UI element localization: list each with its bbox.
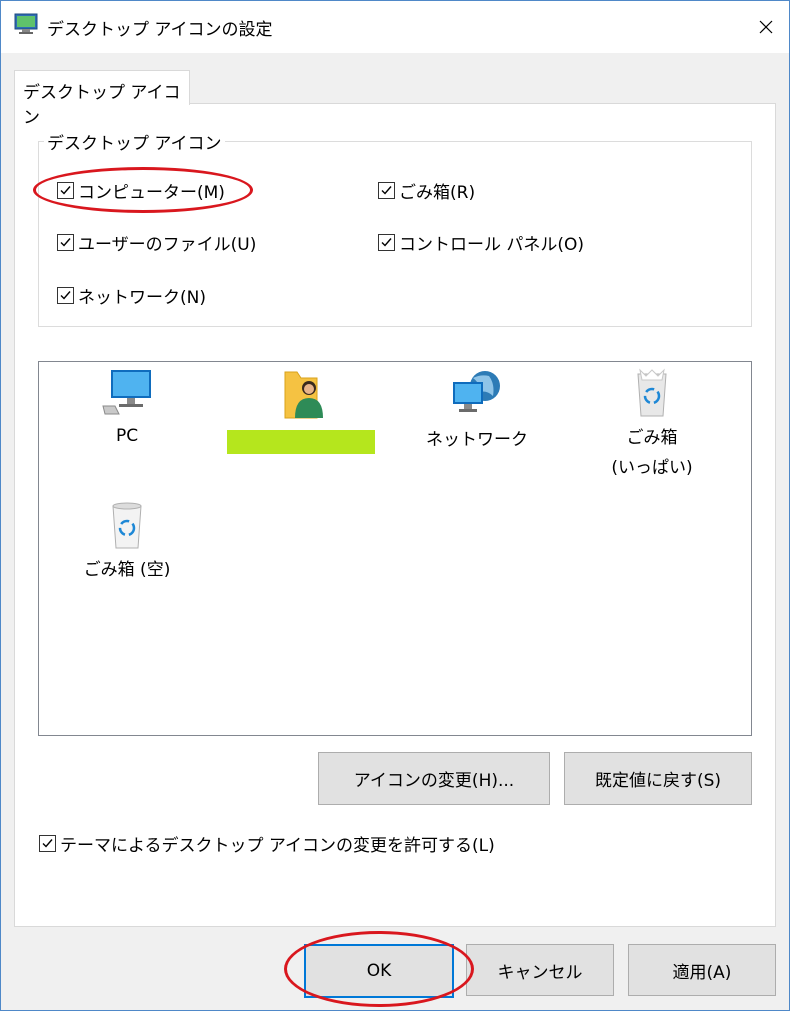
preview-item-recycle-bin-full[interactable]: ごみ箱 (いっぱい)	[577, 368, 727, 483]
checkbox-recycle-bin[interactable]: ごみ箱(R)	[378, 178, 475, 203]
ok-button[interactable]: OK	[304, 944, 454, 998]
checkbox-allow-theme-change[interactable]: テーマによるデスクトップ アイコンの変更を許可する(L)	[39, 831, 495, 856]
change-icon-button[interactable]: アイコンの変更(H)...	[318, 752, 550, 805]
title-bar[interactable]: デスクトップ アイコンの設定	[1, 1, 789, 53]
icon-label: ネットワーク	[426, 430, 528, 450]
button-label: OK	[366, 961, 392, 981]
checkmark-icon	[381, 238, 392, 247]
checkbox-box[interactable]	[57, 182, 74, 199]
checkbox-box[interactable]	[57, 234, 74, 251]
checkbox-box[interactable]	[378, 182, 395, 199]
tab-desktop-icons[interactable]: デスクトップ アイコン	[14, 70, 190, 128]
recycle-bin-empty-icon	[112, 502, 142, 549]
icon-label: ごみ箱 (いっぱい)	[611, 428, 693, 478]
checkbox-control-panel[interactable]: コントロール パネル(O)	[378, 230, 584, 255]
checkbox-label: ネットワーク(N)	[78, 288, 206, 308]
checkbox-computer[interactable]: コンピューター(M)	[57, 178, 225, 203]
preview-item-recycle-bin-empty[interactable]: ごみ箱 (空)	[52, 500, 202, 585]
tab-label: デスクトップ アイコン	[23, 83, 181, 128]
checkmark-icon	[42, 839, 53, 848]
checkmark-icon	[60, 238, 71, 247]
group-legend: デスクトップ アイコン	[44, 129, 225, 154]
cancel-button[interactable]: キャンセル	[466, 944, 614, 996]
button-label: 適用(A)	[672, 962, 732, 983]
checkmark-icon	[60, 186, 71, 195]
window-title: デスクトップ アイコンの設定	[47, 20, 273, 40]
checkbox-box[interactable]	[378, 234, 395, 251]
checkbox-label: コントロール パネル(O)	[399, 235, 585, 255]
preview-item-pc[interactable]: PC	[52, 368, 202, 451]
button-label: アイコンの変更(H)...	[353, 771, 515, 791]
close-button[interactable]	[743, 1, 789, 53]
icon-label: PC	[115, 426, 139, 446]
preview-item-network[interactable]: ネットワーク	[402, 368, 552, 455]
checkbox-network[interactable]: ネットワーク(N)	[57, 283, 206, 308]
button-label: 既定値に戻す(S)	[594, 771, 722, 791]
preview-item-user-files[interactable]	[227, 368, 377, 425]
checkbox-label: テーマによるデスクトップ アイコンの変更を許可する(L)	[60, 836, 495, 856]
checkbox-box[interactable]	[57, 287, 74, 304]
checkbox-label: ユーザーのファイル(U)	[78, 235, 257, 255]
button-label: キャンセル	[497, 962, 583, 983]
desktop-settings-icon	[14, 13, 38, 34]
checkbox-label: ごみ箱(R)	[399, 183, 476, 203]
apply-button[interactable]: 適用(A)	[628, 944, 776, 996]
recycle-bin-full-icon	[637, 368, 667, 417]
restore-default-button[interactable]: 既定値に戻す(S)	[564, 752, 752, 805]
pc-monitor-icon	[102, 370, 151, 415]
close-icon	[759, 20, 773, 34]
user-folder-icon	[284, 371, 323, 419]
checkbox-box[interactable]	[39, 835, 56, 852]
checkmark-icon	[60, 291, 71, 300]
network-globe-icon	[453, 371, 500, 412]
rename-selection-bar	[227, 430, 375, 454]
checkbox-label: コンピューター(M)	[78, 183, 225, 203]
checkmark-icon	[381, 186, 392, 195]
icon-label: ごみ箱 (空)	[83, 560, 171, 580]
checkbox-user-files[interactable]: ユーザーのファイル(U)	[57, 230, 256, 255]
